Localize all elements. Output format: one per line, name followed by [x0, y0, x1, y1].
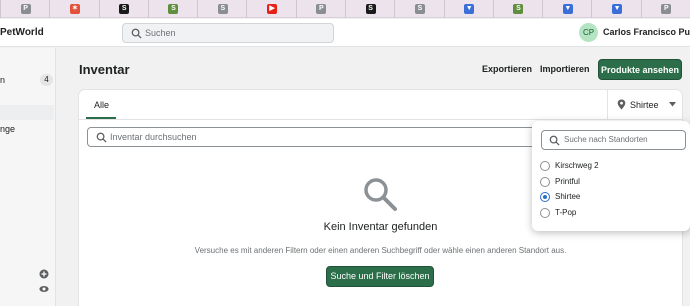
radio-button[interactable]: [540, 161, 550, 171]
top-bar: PetWorld Suchen CP Carlos Francisco Pum.…: [0, 19, 690, 47]
bookmarks-bar: P ✶ S S S ▶ P S S ▼ S ▼ ▼ P: [0, 0, 690, 18]
radio-button[interactable]: [540, 176, 550, 187]
bookmark-item[interactable]: P: [640, 0, 690, 18]
parking-icon: P: [20, 4, 31, 14]
location-popover: Suche nach Standorten Kirschweg 2 Printfu…: [532, 121, 690, 231]
empty-state-description: Versuche es mit anderen Filtern oder ein…: [194, 246, 567, 255]
bookmark-item[interactable]: P: [0, 0, 49, 18]
location-pin-icon: [617, 99, 626, 110]
location-option-label: Shirtee: [555, 192, 581, 201]
tab-all[interactable]: Alle: [94, 100, 109, 110]
search-icon: [549, 135, 560, 146]
location-option[interactable]: T-Pop: [540, 207, 680, 220]
clear-search-filters-button[interactable]: Suche und Filter löschen: [326, 266, 434, 287]
inventory-search-input[interactable]: Inventar durchsuchen: [87, 127, 549, 147]
add-circle-icon[interactable]: [39, 269, 49, 279]
location-selected-label: Shirtee: [630, 100, 659, 110]
shopify-icon: S: [168, 4, 179, 14]
page-title: Inventar: [79, 62, 130, 77]
radio-button[interactable]: [540, 192, 550, 202]
shield-icon: ▼: [612, 4, 623, 14]
shield-icon: ▼: [562, 4, 573, 14]
import-button[interactable]: Importieren: [540, 64, 590, 74]
bookmark-item[interactable]: S: [345, 0, 394, 18]
bookmark-item[interactable]: ▶: [246, 0, 295, 18]
bookmark-item[interactable]: S: [147, 0, 197, 18]
search-placeholder: Inventar durchsuchen: [110, 132, 197, 142]
radio-button[interactable]: [540, 207, 550, 218]
bookmark-item[interactable]: S: [197, 0, 246, 18]
s-icon: S: [414, 4, 425, 14]
location-option[interactable]: Kirschweg 2: [540, 161, 680, 173]
search-icon: [96, 132, 107, 143]
bookmark-item[interactable]: ✶: [49, 0, 98, 18]
search-empty-state-icon: [364, 178, 397, 211]
search-placeholder: Suchen: [145, 28, 176, 38]
location-option[interactable]: Printful: [540, 176, 680, 189]
bookmark-item[interactable]: S: [394, 0, 443, 18]
parking-icon: P: [316, 4, 327, 14]
bookmark-item[interactable]: S: [492, 0, 542, 18]
view-products-button[interactable]: Produkte ansehen: [598, 59, 682, 80]
global-search-input[interactable]: Suchen: [122, 23, 334, 43]
nbc-icon: ✶: [69, 4, 80, 14]
location-search-input[interactable]: Suche nach Standorten: [541, 130, 686, 150]
avatar[interactable]: CP: [579, 23, 598, 42]
location-option-label: Kirschweg 2: [555, 161, 599, 170]
bookmark-item[interactable]: S: [98, 0, 148, 18]
shield-icon: ▼: [464, 4, 475, 14]
shopify-icon: S: [119, 4, 130, 14]
bookmark-item[interactable]: ▼: [591, 0, 640, 18]
sidebar-item-label-2[interactable]: nge: [0, 124, 15, 134]
bookmark-item[interactable]: P: [295, 0, 345, 18]
sidebar-item-active[interactable]: [0, 105, 54, 120]
youtube-icon: ▶: [267, 4, 278, 14]
sidebar-item-label[interactable]: n: [0, 75, 5, 85]
s-icon: S: [217, 4, 228, 14]
parking-icon: P: [661, 4, 672, 14]
store-name[interactable]: PetWorld: [0, 27, 44, 38]
bookmark-item[interactable]: ▼: [443, 0, 493, 18]
sidebar-item-count-badge: 4: [40, 74, 53, 86]
search-icon: [131, 28, 142, 39]
divider: [79, 119, 682, 120]
location-option-label: Printful: [555, 176, 580, 186]
shopify-icon: S: [365, 4, 376, 14]
export-button[interactable]: Exportieren: [482, 64, 532, 74]
search-placeholder: Suche nach Standorten: [564, 135, 648, 144]
shopify-icon: S: [513, 4, 524, 14]
user-name[interactable]: Carlos Francisco Pum...: [603, 27, 690, 37]
eye-icon[interactable]: [39, 284, 49, 294]
sidebar: n 4 nge: [0, 48, 56, 306]
divider: [607, 90, 608, 119]
location-option[interactable]: Shirtee: [540, 192, 680, 204]
bookmark-item[interactable]: ▼: [542, 0, 591, 18]
location-option-label: T-Pop: [555, 207, 577, 217]
caret-down-icon: [669, 102, 676, 107]
